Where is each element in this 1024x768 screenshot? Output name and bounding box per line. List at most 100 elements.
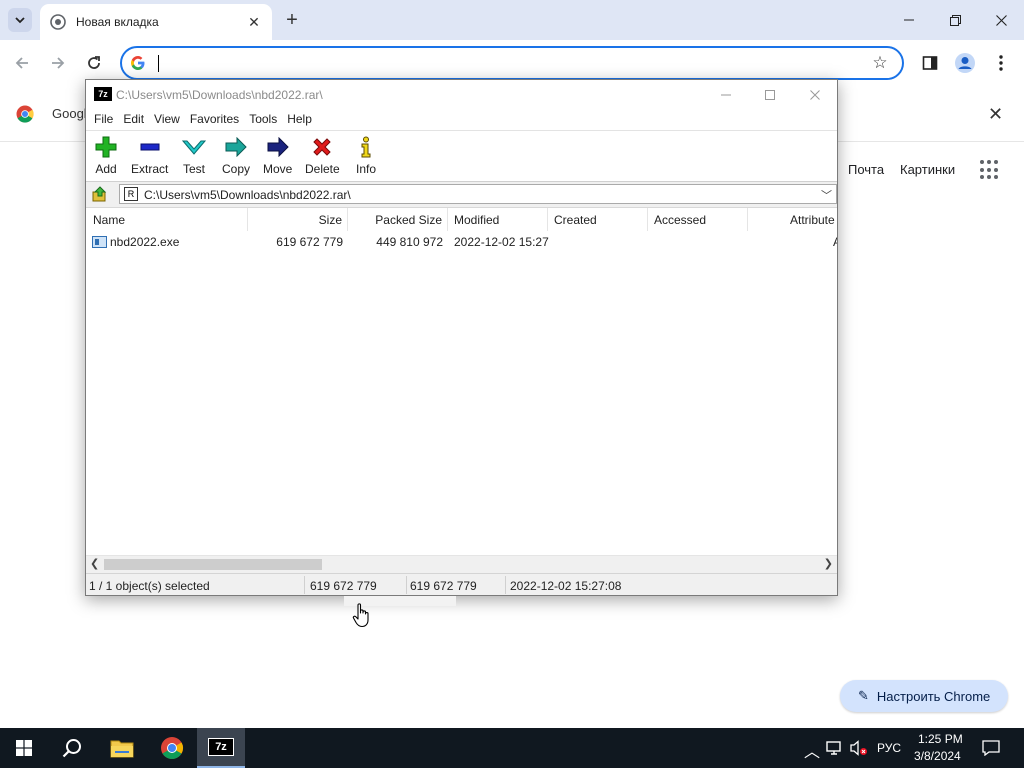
menu-file[interactable]: File <box>89 109 118 130</box>
windows-taskbar: 7z ︿ РУС 1:25 PM 3/8/2024 <box>0 728 1024 768</box>
menu-tools[interactable]: Tools <box>244 109 282 130</box>
customize-chrome-label: Настроить Chrome <box>876 688 991 704</box>
scrollbar-thumb[interactable] <box>104 559 322 570</box>
column-modified[interactable]: Modified <box>448 208 548 231</box>
menu-edit[interactable]: Edit <box>118 109 149 130</box>
tab-new-tab[interactable]: Новая вкладка ✕ <box>40 4 272 40</box>
7zip-app-icon: 7z <box>208 738 234 756</box>
7zip-maximize-button[interactable] <box>747 80 792 109</box>
7zip-address-bar: R C:\Users\vm5\Downloads\nbd2022.rar\ ﹀ <box>86 182 837 206</box>
volume-muted-icon <box>850 740 867 756</box>
copy-button[interactable]: Copy <box>222 135 250 179</box>
chevron-down-icon <box>15 17 25 24</box>
gmail-link[interactable]: Почта <box>848 162 884 177</box>
minimize-icon <box>720 94 731 95</box>
tray-overflow-chevron-icon[interactable]: ︿ <box>804 738 820 762</box>
images-link[interactable]: Картинки <box>900 162 955 177</box>
copy-arrow-icon <box>225 137 247 157</box>
close-icon <box>809 89 820 100</box>
address-combobox[interactable]: R C:\Users\vm5\Downloads\nbd2022.rar\ ﹀ <box>119 184 837 204</box>
7zip-titlebar[interactable]: 7z C:\Users\vm5\Downloads\nbd2022.rar\ <box>86 80 837 109</box>
minus-icon <box>140 143 160 151</box>
chrome-close-button[interactable] <box>978 0 1024 40</box>
profile-button[interactable] <box>952 50 978 76</box>
7zip-minimize-button[interactable] <box>703 80 748 109</box>
clock-time[interactable]: 1:25 PM <box>918 732 963 746</box>
chrome-logo-icon <box>161 737 183 759</box>
chrome-restore-button[interactable] <box>932 0 978 40</box>
google-apps-icon[interactable] <box>980 160 1000 180</box>
chrome-minimize-button[interactable] <box>886 0 932 40</box>
scroll-left-icon[interactable]: ❮ <box>90 557 99 570</box>
column-created[interactable]: Created <box>548 208 648 231</box>
menu-favorites[interactable]: Favorites <box>185 109 244 130</box>
7zip-taskbar-button[interactable]: 7z <box>197 728 245 768</box>
reload-button[interactable] <box>80 49 108 77</box>
bookmark-star-icon[interactable]: ☆ <box>870 53 890 73</box>
new-tab-button[interactable]: + <box>280 8 304 32</box>
file-explorer-button[interactable] <box>98 728 146 768</box>
tab-search-button[interactable] <box>8 8 32 32</box>
plus-icon <box>95 136 117 158</box>
volume-muted-button[interactable] <box>850 740 868 759</box>
network-icon[interactable] <box>826 740 844 759</box>
info-button[interactable]: Info <box>354 135 378 179</box>
column-size[interactable]: Size <box>248 208 348 231</box>
status-size: 619 672 779 <box>310 579 377 593</box>
column-name[interactable]: Name <box>86 208 248 231</box>
forward-button[interactable] <box>44 49 72 77</box>
maximize-icon <box>764 89 775 100</box>
info-icon <box>361 136 371 158</box>
omnibox[interactable]: ☆ <box>120 46 904 80</box>
chrome-favicon-icon <box>50 14 66 30</box>
menu-view[interactable]: View <box>149 109 185 130</box>
horizontal-scrollbar[interactable]: ❮ ❯ <box>86 555 837 572</box>
tab-close-icon[interactable]: ✕ <box>246 14 262 30</box>
folder-icon <box>110 740 134 758</box>
check-icon <box>182 140 206 155</box>
close-icon <box>995 14 1007 26</box>
omnibox-input[interactable] <box>156 53 856 73</box>
column-attributes[interactable]: Attribute <box>748 208 837 231</box>
column-accessed[interactable]: Accessed <box>648 208 748 231</box>
extract-button[interactable]: Extract <box>131 135 168 179</box>
windows-logo-icon <box>16 740 32 756</box>
file-attributes: A <box>833 235 837 249</box>
chrome-menu-button[interactable] <box>988 50 1014 76</box>
delete-button[interactable]: Delete <box>305 135 340 179</box>
move-button[interactable]: Move <box>263 135 292 179</box>
start-button[interactable] <box>0 728 48 768</box>
profile-avatar-icon <box>955 53 975 73</box>
network-icon <box>826 741 841 755</box>
search-icon <box>62 739 81 758</box>
customize-chrome-button[interactable]: ✎ Настроить Chrome <box>840 680 1008 712</box>
7zip-close-button[interactable] <box>792 80 837 109</box>
address-text: C:\Users\vm5\Downloads\nbd2022.rar\ <box>144 188 351 202</box>
notifications-button[interactable] <box>982 740 1000 759</box>
add-button[interactable]: Add <box>94 135 118 179</box>
restore-icon <box>949 14 961 26</box>
back-arrow-icon <box>15 57 28 69</box>
file-list[interactable]: Name Size Packed Size Modified Created A… <box>86 207 837 572</box>
clock-date[interactable]: 3/8/2024 <box>914 749 961 763</box>
exe-file-icon <box>92 236 107 248</box>
search-button[interactable] <box>48 728 96 768</box>
infobar-close-icon[interactable]: ✕ <box>988 104 1003 125</box>
7zip-window: 7z C:\Users\vm5\Downloads\nbd2022.rar\ F… <box>85 79 838 596</box>
side-panel-button[interactable] <box>917 50 943 76</box>
menu-help[interactable]: Help <box>282 109 317 130</box>
chevron-down-icon[interactable]: ﹀ <box>821 187 832 203</box>
back-button[interactable] <box>8 49 36 77</box>
info-label: Info <box>355 162 376 176</box>
up-folder-button[interactable] <box>91 185 109 203</box>
input-language[interactable]: РУС <box>877 741 901 755</box>
column-packed-size[interactable]: Packed Size <box>348 208 448 231</box>
test-button[interactable]: Test <box>182 135 206 179</box>
chrome-tabstrip: Новая вкладка ✕ + <box>0 0 1024 40</box>
pencil-icon: ✎ <box>858 688 869 703</box>
forward-arrow-icon <box>52 57 65 69</box>
chrome-taskbar-button[interactable] <box>148 728 196 768</box>
reload-icon <box>88 56 100 69</box>
chrome-logo-icon <box>16 105 34 123</box>
scroll-right-icon[interactable]: ❯ <box>824 557 833 570</box>
